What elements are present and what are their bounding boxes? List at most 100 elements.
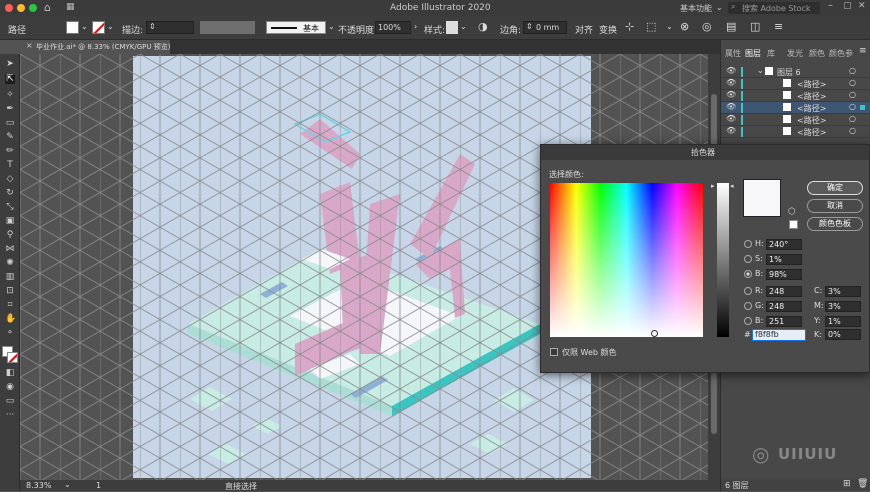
eraser-tool-icon[interactable]: ◇ [5, 174, 15, 184]
cyan-input[interactable]: 3% [825, 286, 861, 297]
recolor-artwork-icon[interactable]: ◑ [478, 20, 488, 33]
arrange-documents-icon[interactable]: ▦ [66, 2, 75, 12]
yellow-input[interactable]: 1% [825, 316, 861, 327]
target-icon[interactable]: ○ [849, 90, 856, 99]
selection-tool-icon[interactable]: ➤ [5, 59, 15, 69]
paintbrush-tool-icon[interactable]: ✎ [5, 132, 15, 142]
align-link[interactable]: 对齐 [575, 23, 593, 36]
hue-input[interactable]: 240° [766, 239, 802, 250]
transform-link[interactable]: 变换 [599, 23, 617, 36]
color-swatches-button[interactable]: 颜色色板 [807, 217, 863, 231]
magenta-input[interactable]: 3% [825, 301, 861, 312]
target-icon[interactable]: ○ [849, 126, 856, 135]
web-safe-swatch[interactable] [789, 220, 798, 229]
stroke-color-indicator[interactable] [7, 352, 18, 363]
document-tab[interactable]: × 毕业作业.ai* @ 8.33% (CMYK/GPU 预览) [20, 40, 170, 54]
layer-row-selected[interactable]: 👁 <路径> ○ [721, 102, 870, 114]
eyedropper-tool-icon[interactable]: ⚲ [5, 230, 15, 240]
color-mode-icon[interactable]: ◧ [5, 368, 15, 378]
variable-width-profile[interactable] [200, 21, 255, 34]
expand-icon[interactable]: ⌄ [757, 66, 764, 75]
brightness-slider[interactable] [717, 183, 729, 337]
target-icon[interactable]: ○ [849, 114, 856, 123]
pencil-tool-icon[interactable]: ✏ [5, 146, 15, 156]
column-graph-tool-icon[interactable]: ▥ [5, 272, 15, 282]
minimize-icon[interactable]: – [828, 0, 833, 11]
chevron-down-icon[interactable]: ⌄ [328, 22, 335, 31]
panel-menu-icon[interactable]: ≡ [774, 20, 783, 33]
cancel-button[interactable]: 取消 [807, 199, 863, 213]
layer-row[interactable]: 👁 <路径> ○ [721, 126, 870, 138]
isolate-object-icon[interactable]: ⊹ [625, 20, 634, 33]
direct-selection-tool-icon[interactable]: ⇱ [5, 74, 15, 84]
tab-properties[interactable]: 属性 [725, 48, 741, 59]
delete-icon[interactable]: 🗑 [857, 479, 868, 489]
draw-mode-icon[interactable]: ◉ [5, 382, 15, 392]
zoom-window-button[interactable] [29, 4, 37, 12]
hex-input[interactable]: f8f8fb [752, 329, 806, 341]
rotate-tool-icon[interactable]: ↻ [5, 188, 15, 198]
saturation-radio[interactable] [744, 255, 752, 263]
eye-icon[interactable]: 👁 [726, 90, 736, 99]
green-radio[interactable] [744, 302, 752, 310]
home-icon[interactable]: ⌂ [44, 1, 51, 14]
stroke-swatch[interactable] [92, 21, 105, 34]
eye-icon[interactable]: 👁 [726, 78, 736, 87]
edit-toolbar-icon[interactable]: ··· [5, 410, 15, 420]
hue-radio[interactable] [744, 240, 752, 248]
dialog-titlebar[interactable]: 拾色器 [541, 145, 869, 160]
ok-button[interactable]: 确定 [807, 181, 863, 195]
saturation-input[interactable]: 1% [766, 254, 802, 265]
target-icon[interactable]: ○ [849, 78, 856, 87]
stock-search-input[interactable]: ⌕ 搜索 Adobe Stock [728, 2, 820, 14]
blue-input[interactable]: 251 [766, 316, 802, 327]
layer-name[interactable]: <路径> [797, 91, 826, 102]
chevron-down-icon[interactable]: ⌄ [81, 22, 88, 31]
pathfinder-icon[interactable]: ◫ [750, 20, 760, 33]
chevron-down-icon[interactable]: ⌄ [666, 22, 673, 31]
puppet-warp-icon[interactable]: ⊗ [680, 20, 689, 33]
tab-glow[interactable]: 发光 [787, 48, 803, 59]
black-input[interactable]: 0% [825, 329, 861, 340]
symbol-sprayer-tool-icon[interactable]: ✺ [5, 258, 15, 268]
layer-row[interactable]: 👁 ⌄ 图层 6 ○ [721, 66, 870, 78]
layer-row[interactable]: 👁 <路径> ○ [721, 114, 870, 126]
maximize-icon[interactable]: ▢ [843, 1, 852, 11]
green-input[interactable]: 248 [766, 301, 802, 312]
tab-libraries[interactable]: 库 [767, 48, 775, 59]
tab-color-guide[interactable]: 颜色参 [829, 48, 853, 59]
red-radio[interactable] [744, 287, 752, 295]
brightness-radio[interactable] [744, 270, 752, 278]
chevron-down-icon[interactable]: ⌄ [64, 480, 71, 489]
close-icon[interactable]: ✕ [858, 1, 866, 11]
layer-name[interactable]: 图层 6 [777, 67, 801, 78]
hand-tool-icon[interactable]: ✋ [5, 314, 16, 324]
slice-tool-icon[interactable]: ⌗ [5, 300, 15, 310]
opacity-input[interactable]: 100% [375, 21, 411, 34]
brush-definition-select[interactable]: 基本 [266, 21, 326, 34]
color-field-cursor[interactable] [651, 330, 658, 337]
chevron-down-icon[interactable]: ⌄ [107, 22, 114, 31]
magic-wand-tool-icon[interactable]: ✧ [5, 90, 15, 100]
zoom-tool-icon[interactable]: ⚬ [5, 328, 15, 338]
eye-icon[interactable]: 👁 [726, 126, 736, 135]
corner-radius-input[interactable]: ⇕ 0 mm [523, 21, 567, 34]
type-tool-icon[interactable]: T [5, 160, 15, 170]
layer-row[interactable]: 👁 <路径> ○ [721, 90, 870, 102]
layer-name[interactable]: <路径> [797, 115, 826, 126]
artboard-number[interactable]: 1 [96, 481, 101, 490]
web-only-checkbox[interactable] [550, 348, 558, 356]
color-field[interactable] [550, 183, 703, 337]
slider-right-arrow-icon[interactable]: ◂ [730, 182, 734, 190]
new-layer-icon[interactable]: ⊞ [843, 479, 851, 489]
minimize-window-button[interactable] [17, 4, 25, 12]
layer-row[interactable]: 👁 <路径> ○ [721, 78, 870, 90]
screen-mode-icon[interactable]: ▭ [5, 396, 15, 406]
eye-icon[interactable]: 👁 [726, 66, 736, 75]
select-similar-icon[interactable]: ⬚ [646, 20, 656, 33]
blend-tool-icon[interactable]: ⋈ [5, 244, 15, 254]
artboard-tool-icon[interactable]: ⊡ [5, 286, 15, 296]
workspace-switcher[interactable]: 基本功能 [680, 3, 712, 14]
layer-name[interactable]: <路径> [797, 79, 826, 90]
close-window-button[interactable] [5, 4, 13, 12]
